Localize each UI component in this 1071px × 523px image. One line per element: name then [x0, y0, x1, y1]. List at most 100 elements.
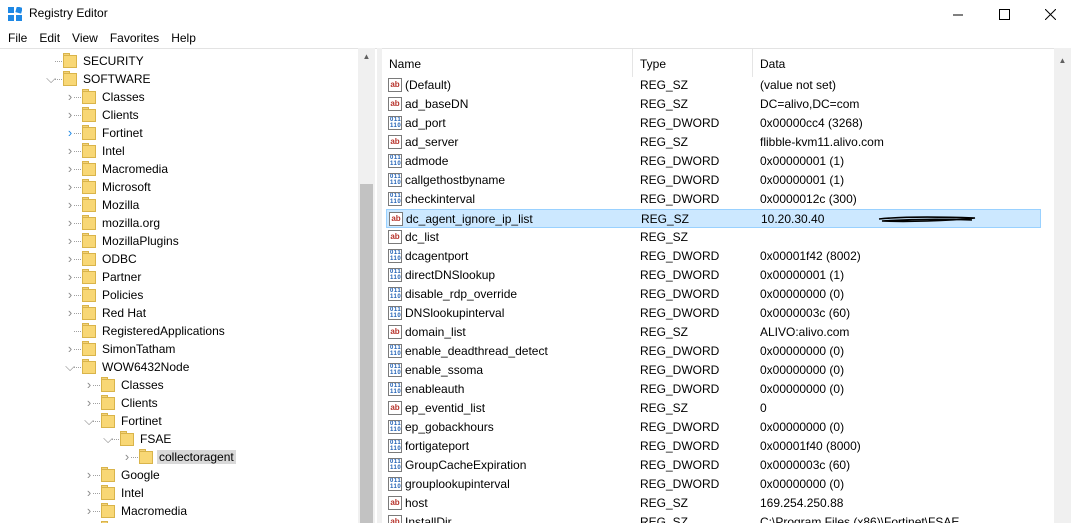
value-type: REG_SZ: [640, 515, 689, 523]
redaction-scribble: [878, 216, 976, 223]
value-name: ad_baseDN: [405, 97, 469, 111]
column-header-data[interactable]: Data: [753, 49, 1054, 77]
values-scroll-thumb[interactable]: [1056, 68, 1069, 523]
tree-item[interactable]: › Google: [0, 466, 358, 484]
column-header-name[interactable]: Name: [382, 49, 633, 77]
folder-icon: [101, 395, 115, 410]
binary-value-icon: 011 110: [388, 458, 402, 472]
value-name: ep_gobackhours: [405, 420, 494, 434]
value-type: REG_DWORD: [640, 306, 720, 320]
value-row[interactable]: 011 110 admode REG_DWORD 0x00000001 (1): [386, 152, 1041, 171]
menu-view[interactable]: View: [66, 28, 104, 48]
value-row[interactable]: ab ep_eventid_list REG_SZ 0: [386, 399, 1041, 418]
value-row[interactable]: 011 110 GroupCacheExpiration REG_DWORD 0x000…: [386, 456, 1041, 475]
folder-icon: [82, 215, 96, 230]
value-row[interactable]: 011 110 dcagentport REG_DWORD 0x00001f42 (80…: [386, 247, 1041, 266]
value-data: 10.20.30.40: [761, 212, 825, 226]
value-row[interactable]: 011 110 fortigateport REG_DWORD 0x00001f40 (…: [386, 437, 1041, 456]
tree-item[interactable]: › Red Hat: [0, 304, 358, 322]
minimize-button[interactable]: [935, 0, 981, 28]
value-data: 0x00000000 (0): [760, 363, 845, 377]
tree-item-label: SOFTWARE: [83, 72, 151, 86]
tree-item[interactable]: › Policies: [0, 286, 358, 304]
tree-item[interactable]: › Macromedia: [0, 160, 358, 178]
string-value-icon: ab: [388, 496, 402, 510]
string-value-icon: ab: [388, 97, 402, 111]
string-value-icon: ab: [389, 212, 403, 226]
tree-item[interactable]: › Microsoft: [0, 178, 358, 196]
value-data: DC=alivo,DC=com: [760, 97, 860, 111]
tree-item[interactable]: ⌵ Fortinet: [0, 412, 358, 430]
folder-icon: [101, 467, 115, 482]
value-type: REG_DWORD: [640, 458, 720, 472]
tree-item[interactable]: › Fortinet: [0, 124, 358, 142]
value-data: 0x00001f40 (8000): [760, 439, 861, 453]
value-name: GroupCacheExpiration: [405, 458, 527, 472]
tree-item[interactable]: › Clients: [0, 106, 358, 124]
menu-file[interactable]: File: [2, 28, 33, 48]
tree-item[interactable]: ⌵ FSAE: [0, 430, 358, 448]
tree-item[interactable]: › mozilla.org: [0, 214, 358, 232]
value-row[interactable]: 011 110 checkinterval REG_DWORD 0x0000012c (…: [386, 190, 1041, 209]
tree-scrollbar[interactable]: ▲: [358, 48, 375, 523]
folder-icon: [82, 161, 96, 176]
value-row[interactable]: 011 110 enable_deadthread_detect REG_DWORD 0…: [386, 342, 1041, 361]
scroll-up-icon[interactable]: ▲: [358, 48, 375, 65]
value-row[interactable]: 011 110 grouplookupinterval REG_DWORD 0x0000…: [386, 475, 1041, 494]
menu-edit[interactable]: Edit: [33, 28, 66, 48]
tree-item-label: SimonTatham: [102, 342, 176, 356]
tree-item[interactable]: › SimonTatham: [0, 340, 358, 358]
value-data: 0x00000000 (0): [760, 287, 845, 301]
tree-item-label: Clients: [102, 108, 139, 122]
value-row[interactable]: ab InstallDir REG_SZ C:\Program Files (x86)…: [386, 513, 1041, 523]
tree-item[interactable]: › Classes: [0, 376, 358, 394]
tree-item[interactable]: › ODBC: [0, 250, 358, 268]
scroll-up-icon[interactable]: ▲: [1054, 52, 1071, 69]
value-row[interactable]: ab host REG_SZ 169.254.250.88: [386, 494, 1041, 513]
tree-item[interactable]: › Intel: [0, 142, 358, 160]
value-row[interactable]: 011 110 DNSlookupinterval REG_DWORD 0x000000…: [386, 304, 1041, 323]
value-row[interactable]: ab ad_server REG_SZ flibble-kvm11.alivo.com: [386, 133, 1041, 152]
value-row[interactable]: ab (Default) REG_SZ (value not set): [386, 76, 1041, 95]
folder-icon: [82, 125, 96, 140]
value-row[interactable]: 011 110 enable_ssoma REG_DWORD 0x00000000 (0…: [386, 361, 1041, 380]
tree-item-label: Fortinet: [121, 414, 162, 428]
value-row[interactable]: ab ad_baseDN REG_SZ DC=alivo,DC=com: [386, 95, 1041, 114]
tree-item[interactable]: RegisteredApplications: [0, 322, 358, 340]
tree-item[interactable]: › Mozilla: [0, 196, 358, 214]
value-row[interactable]: 011 110 enableauth REG_DWORD 0x00000000 (0): [386, 380, 1041, 399]
tree-item[interactable]: › Partner: [0, 268, 358, 286]
value-name: admode: [405, 154, 449, 168]
value-row[interactable]: 011 110 ad_port REG_DWORD 0x00000cc4 (3268): [386, 114, 1041, 133]
minimize-icon: [952, 14, 963, 15]
menu-favorites[interactable]: Favorites: [104, 28, 165, 48]
tree-item-label: Intel: [102, 144, 125, 158]
tree-scroll-thumb[interactable]: [360, 184, 373, 523]
binary-value-icon: 011 110: [388, 439, 402, 453]
value-name: enableauth: [405, 382, 465, 396]
value-row[interactable]: 011 110 disable_rdp_override REG_DWORD 0x000…: [386, 285, 1041, 304]
value-data: 0x00000cc4 (3268): [760, 116, 863, 130]
maximize-button[interactable]: [981, 0, 1027, 28]
value-row[interactable]: ab dc_list REG_SZ: [386, 228, 1041, 247]
tree-item[interactable]: ⌵ WOW6432Node: [0, 358, 358, 376]
tree-item[interactable]: › Clients: [0, 394, 358, 412]
values-scrollbar[interactable]: ▲: [1054, 48, 1071, 523]
tree-item[interactable]: › Macromedia: [0, 502, 358, 520]
value-row[interactable]: 011 110 ep_gobackhours REG_DWORD 0x00000000 …: [386, 418, 1041, 437]
value-row[interactable]: ab domain_list REG_SZ ALIVO:alivo.com: [386, 323, 1041, 342]
value-type: REG_DWORD: [640, 268, 720, 282]
column-header-type[interactable]: Type: [633, 49, 753, 77]
tree-item[interactable]: ⌵ SOFTWARE: [0, 70, 358, 88]
menu-help[interactable]: Help: [165, 28, 202, 48]
tree-item[interactable]: SECURITY: [0, 52, 358, 70]
key-tree[interactable]: SECURITY ⌵ SOFTWARE › Classes › Clients › Fortin…: [0, 48, 377, 523]
tree-item[interactable]: › Intel: [0, 484, 358, 502]
tree-item[interactable]: › Classes: [0, 88, 358, 106]
value-row[interactable]: ab dc_agent_ignore_ip_list REG_SZ 10.20.30.…: [386, 209, 1041, 228]
close-button[interactable]: [1027, 0, 1071, 28]
tree-item[interactable]: › collectoragent: [0, 448, 358, 466]
value-row[interactable]: 011 110 callgethostbyname REG_DWORD 0x000000…: [386, 171, 1041, 190]
value-row[interactable]: 011 110 directDNSlookup REG_DWORD 0x00000001…: [386, 266, 1041, 285]
tree-item[interactable]: › MozillaPlugins: [0, 232, 358, 250]
